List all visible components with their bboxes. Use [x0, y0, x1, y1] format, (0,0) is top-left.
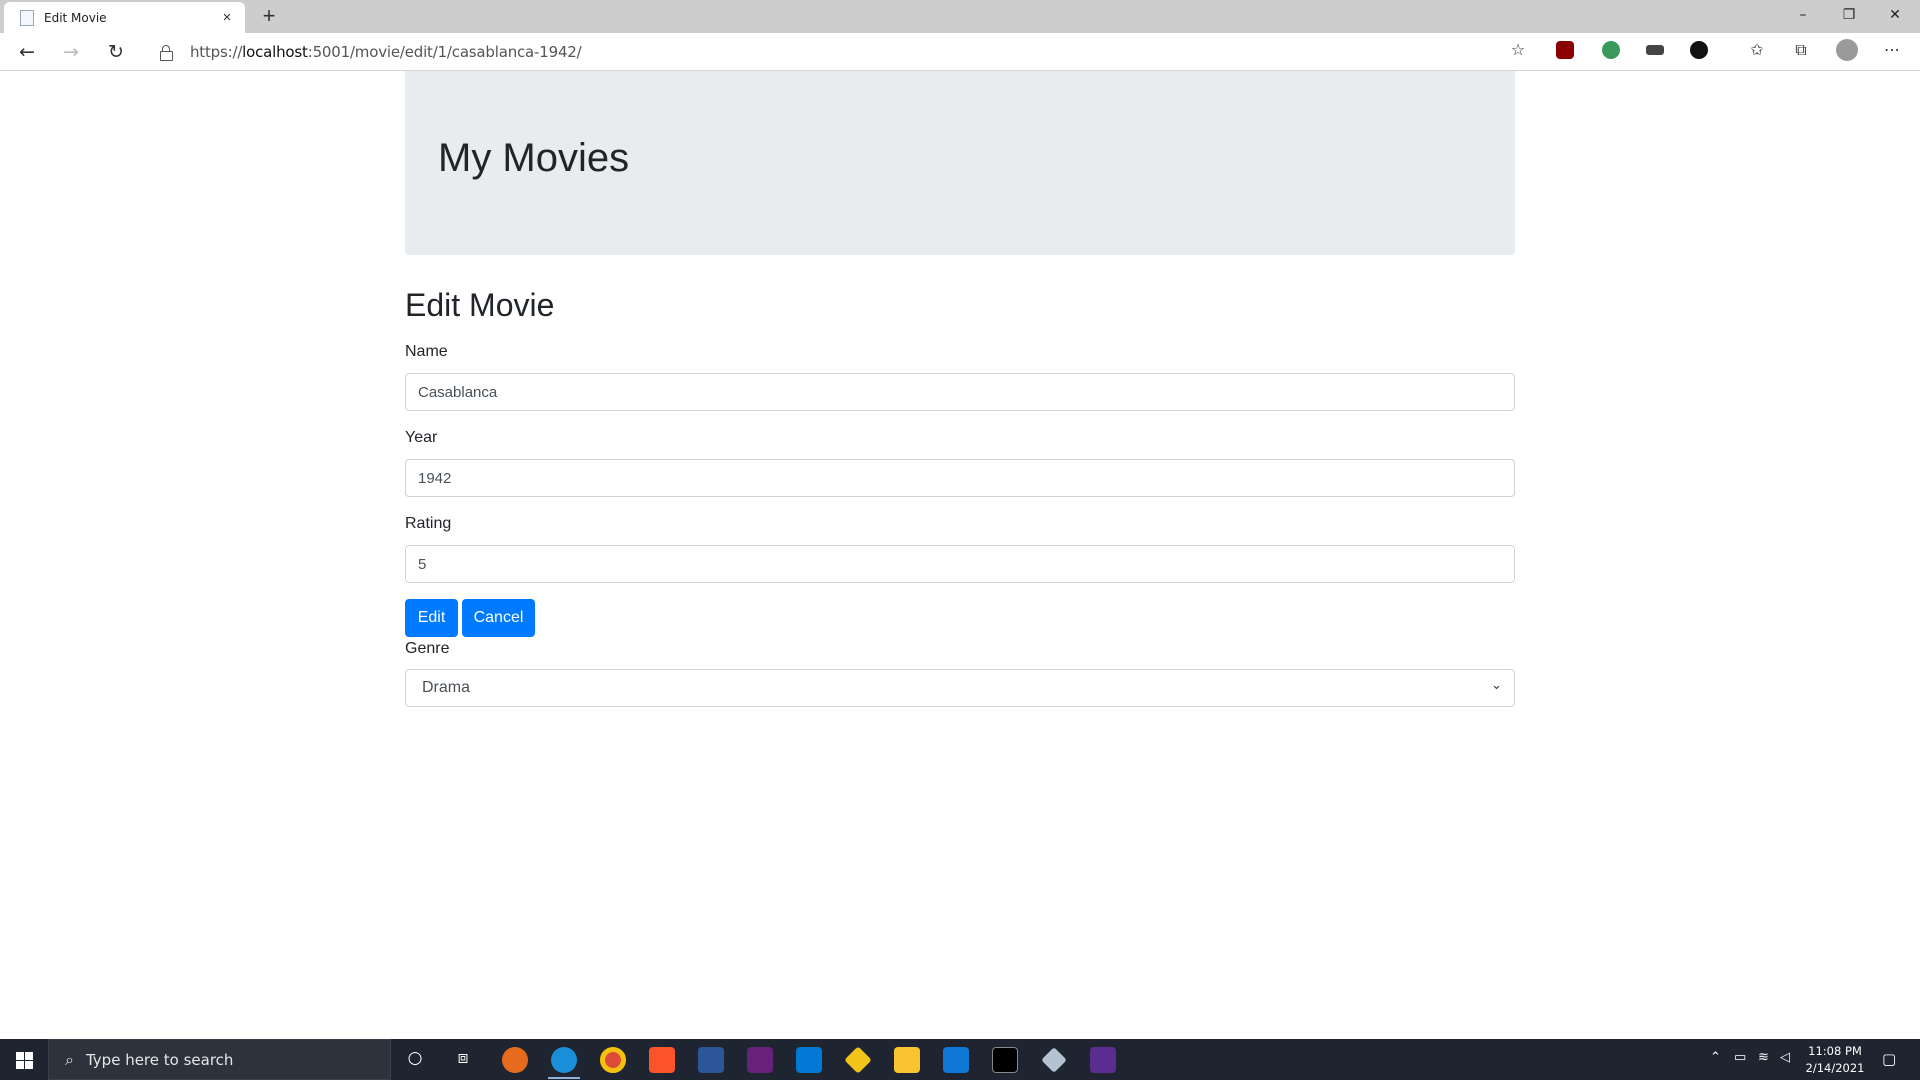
firefox-icon[interactable] — [502, 1047, 528, 1073]
virtualbox-icon[interactable] — [1041, 1047, 1067, 1073]
add-favorite-star-icon[interactable]: ☆ — [1507, 39, 1529, 61]
genre-label: Genre — [405, 640, 450, 657]
ublock-extension-icon[interactable] — [1556, 41, 1574, 59]
genre-selected-value: Drama — [422, 679, 471, 696]
favorites-icon[interactable]: ✩ — [1746, 39, 1768, 61]
genre-select[interactable]: Drama ⌄ — [405, 669, 1515, 707]
site-title: My Movies — [438, 136, 630, 180]
vscode-icon[interactable] — [796, 1047, 822, 1073]
url-host: localhost — [242, 43, 308, 61]
edge-icon[interactable] — [551, 1047, 577, 1073]
tab-close-icon[interactable]: × — [217, 9, 237, 26]
visual-studio-icon[interactable] — [747, 1047, 773, 1073]
url-path: :5001/movie/edit/1/casablanca-1942/ — [307, 43, 582, 61]
browser-toolbar: ← → ↻ https://localhost:5001/movie/edit/… — [0, 33, 1920, 71]
year-input[interactable] — [405, 459, 1515, 497]
task-view-icon[interactable]: ⧈ — [450, 1048, 476, 1072]
back-arrow-icon[interactable]: ← — [12, 37, 42, 67]
mail-icon[interactable] — [943, 1047, 969, 1073]
forward-arrow-icon[interactable]: → — [56, 37, 86, 67]
name-input[interactable] — [405, 373, 1515, 411]
url-scheme: https:// — [190, 43, 243, 61]
name-label: Name — [405, 343, 448, 360]
more-menu-icon[interactable]: ⋯ — [1881, 39, 1903, 61]
url-text[interactable]: https://localhost:5001/movie/edit/1/casa… — [190, 43, 582, 61]
windows-taskbar: ⌕ Type here to search ○ ⧈ ⌃ ▭ ≋ ◁ 11:08 … — [0, 1039, 1920, 1080]
wifi-icon[interactable]: ≋ — [1758, 1050, 1769, 1065]
restore-button[interactable]: ❐ — [1826, 0, 1872, 30]
browser-tab-active[interactable]: Edit Movie × — [4, 2, 245, 33]
tray-clock[interactable]: 11:08 PM 2/14/2021 — [1800, 1043, 1870, 1077]
collections-icon[interactable]: ⧉ — [1790, 39, 1812, 61]
address-bar[interactable]: https://localhost:5001/movie/edit/1/casa… — [146, 36, 1526, 68]
clock-time: 11:08 PM — [1808, 1044, 1862, 1058]
rating-input[interactable] — [405, 545, 1515, 583]
extension-dark-icon[interactable] — [1690, 41, 1708, 59]
extension-glasses-icon[interactable] — [1646, 45, 1664, 55]
lock-icon[interactable] — [160, 45, 173, 61]
chrome-icon[interactable] — [600, 1047, 626, 1073]
search-placeholder: Type here to search — [85, 1050, 234, 1069]
word-icon[interactable] — [698, 1047, 724, 1073]
page-viewport: My Movies Edit Movie Name Year Rating Ed… — [0, 71, 1920, 1039]
new-tab-button[interactable]: + — [255, 3, 283, 31]
tab-title: Edit Movie — [44, 10, 107, 25]
tray-chevron-up-icon[interactable]: ⌃ — [1710, 1050, 1721, 1065]
clock-date: 2/14/2021 — [1805, 1061, 1865, 1075]
close-window-button[interactable]: ✕ — [1872, 0, 1918, 30]
year-label: Year — [405, 429, 438, 446]
refresh-icon[interactable]: ↻ — [101, 37, 131, 67]
notifications-icon[interactable]: ▢ — [1882, 1050, 1896, 1068]
page-favicon-icon — [20, 9, 34, 26]
git-tool-icon[interactable] — [844, 1046, 872, 1074]
browser-titlebar: Edit Movie × + – ❐ ✕ — [0, 0, 1920, 33]
jumbotron-header: My Movies — [405, 71, 1515, 255]
volume-muted-icon[interactable]: ◁ — [1780, 1050, 1790, 1065]
search-icon: ⌕ — [65, 1049, 74, 1069]
cortana-icon[interactable]: ○ — [402, 1048, 428, 1072]
terminal-icon[interactable] — [992, 1047, 1018, 1073]
taskbar-search-box[interactable]: ⌕ Type here to search — [48, 1039, 391, 1080]
rating-label: Rating — [405, 515, 452, 532]
file-explorer-icon[interactable] — [894, 1047, 920, 1073]
start-windows-icon[interactable] — [0, 1039, 48, 1080]
chevron-down-icon: ⌄ — [1491, 678, 1502, 693]
edge-active-indicator — [548, 1077, 580, 1079]
edit-button[interactable]: Edit — [405, 599, 458, 637]
brave-icon[interactable] — [649, 1047, 675, 1073]
cancel-button[interactable]: Cancel — [462, 599, 535, 637]
battery-icon[interactable]: ▭ — [1734, 1050, 1746, 1065]
extension-green-icon[interactable] — [1602, 41, 1620, 59]
profile-avatar-icon[interactable] — [1836, 39, 1858, 61]
page-title: Edit Movie — [405, 287, 555, 323]
dev-terminal-icon[interactable] — [1090, 1047, 1116, 1073]
minimize-button[interactable]: – — [1780, 0, 1826, 30]
